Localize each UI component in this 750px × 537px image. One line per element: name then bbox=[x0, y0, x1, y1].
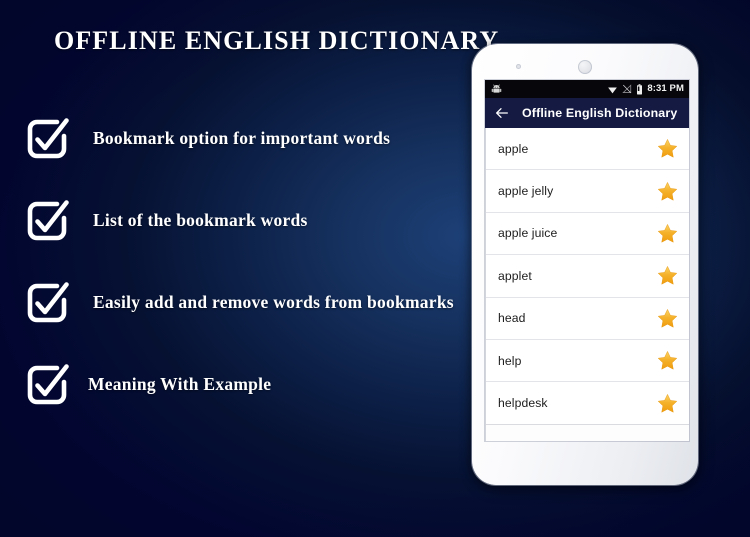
list-item[interactable]: help bbox=[486, 339, 689, 383]
feature-label: Meaning With Example bbox=[88, 373, 272, 394]
star-icon[interactable] bbox=[657, 393, 678, 414]
word-label: applet bbox=[498, 268, 532, 283]
back-arrow-icon[interactable] bbox=[494, 105, 510, 121]
battery-icon bbox=[636, 83, 643, 95]
list-item[interactable]: apple jelly bbox=[486, 170, 689, 213]
status-bar-time: 8:31 PM bbox=[647, 83, 684, 95]
checkbox-checked-icon bbox=[24, 361, 70, 407]
app-bar: Offline English Dictionary bbox=[485, 98, 689, 128]
list-item[interactable]: helpdesk bbox=[486, 382, 689, 425]
front-camera-icon bbox=[578, 60, 592, 74]
list-item[interactable]: head bbox=[486, 297, 689, 340]
word-label: apple bbox=[498, 141, 529, 156]
status-bar-icons: 8:31 PM bbox=[607, 83, 684, 95]
word-label: apple juice bbox=[498, 226, 558, 241]
star-icon[interactable] bbox=[657, 308, 678, 329]
feature-label: List of the bookmark words bbox=[93, 209, 308, 230]
status-bar: 8:31 PM bbox=[485, 80, 689, 98]
android-robot-icon bbox=[491, 84, 502, 95]
star-icon[interactable] bbox=[657, 265, 678, 286]
feature-label: Easily add and remove words from bookmar… bbox=[93, 291, 454, 312]
feature-label: Bookmark option for important words bbox=[93, 127, 391, 148]
star-icon[interactable] bbox=[657, 223, 678, 244]
list-item[interactable]: applet bbox=[486, 255, 689, 298]
star-icon[interactable] bbox=[657, 138, 678, 159]
page-title: OFFLINE ENGLISH DICTIONARY bbox=[54, 26, 500, 55]
word-list: apple apple jelly apple juice applet hea… bbox=[485, 128, 689, 441]
feature-item: Bookmark option for important words bbox=[24, 116, 484, 160]
feature-item: Meaning With Example bbox=[24, 362, 484, 406]
word-label: apple jelly bbox=[498, 184, 554, 199]
proximity-sensor-icon bbox=[516, 64, 521, 69]
phone-mockup: 8:31 PM Offline English Dictionary apple bbox=[472, 44, 698, 485]
list-item[interactable]: apple juice bbox=[486, 212, 689, 256]
checkbox-checked-icon bbox=[24, 115, 70, 161]
phone-screen: 8:31 PM Offline English Dictionary apple bbox=[485, 80, 689, 441]
word-label: helpdesk bbox=[498, 396, 548, 411]
signal-off-icon bbox=[622, 84, 632, 94]
wifi-icon bbox=[607, 84, 618, 95]
feature-list: Bookmark option for important words List… bbox=[24, 116, 484, 406]
checkbox-checked-icon bbox=[24, 279, 70, 325]
promo-banner: OFFLINE ENGLISH DICTIONARY Bookmark opti… bbox=[0, 0, 750, 537]
star-icon[interactable] bbox=[657, 350, 678, 371]
word-label: help bbox=[498, 353, 522, 368]
phone-chin bbox=[485, 441, 689, 471]
feature-item: Easily add and remove words from bookmar… bbox=[24, 280, 484, 324]
list-item[interactable]: apple bbox=[486, 128, 689, 171]
checkbox-checked-icon bbox=[24, 197, 70, 243]
star-icon[interactable] bbox=[657, 181, 678, 202]
app-bar-title: Offline English Dictionary bbox=[522, 106, 678, 120]
word-label: head bbox=[498, 311, 526, 326]
feature-item: List of the bookmark words bbox=[24, 198, 484, 242]
